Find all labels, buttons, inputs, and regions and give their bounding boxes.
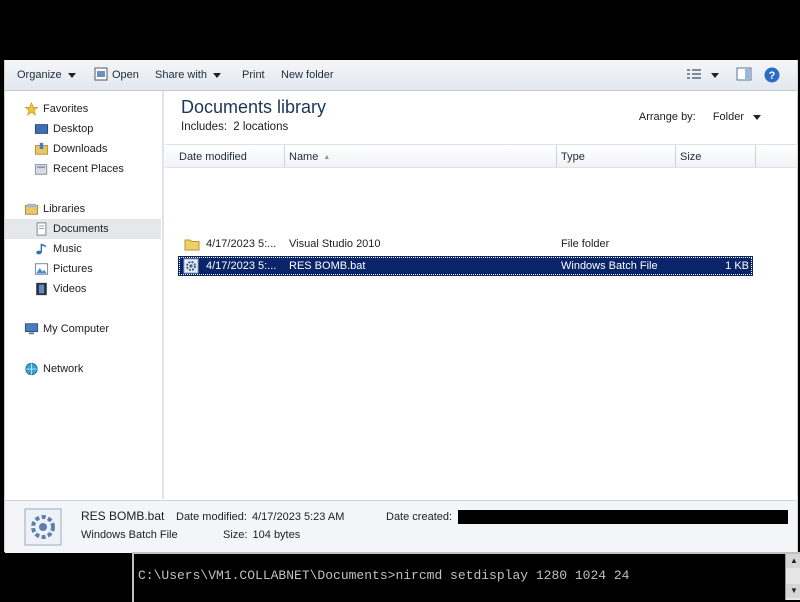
file-type: Windows Batch File — [561, 260, 658, 272]
desktop-icon — [34, 124, 49, 134]
date-modified-value[interactable]: 4/17/2023 5:23 AM — [252, 511, 344, 523]
change-view-button[interactable] — [686, 67, 702, 83]
folder-icon — [184, 239, 200, 251]
help-button[interactable]: ? — [764, 67, 780, 83]
nav-recent-places-label: Recent Places — [53, 163, 124, 175]
details-file-type: Windows Batch File — [81, 529, 178, 541]
new-folder-button[interactable]: New folder — [281, 67, 334, 83]
downloads-folder-icon — [34, 142, 49, 155]
file-row-res-bomb[interactable]: 4/17/2023 5:... RES BOMB.bat Windows Bat… — [178, 256, 753, 276]
recent-places-icon — [34, 164, 48, 175]
library-includes: Includes: 2 locations — [181, 121, 288, 133]
arrange-by-label: Arrange by: — [638, 111, 696, 123]
file-date: 4/17/2023 5:... — [206, 238, 277, 250]
console-window: C:\Users\VM1.COLLABNET\Documents>nircmd … — [132, 552, 800, 602]
batch-file-icon — [183, 258, 199, 274]
size-label: Size: — [223, 529, 248, 541]
nav-network-label: Network — [43, 363, 84, 375]
share-with-button[interactable]: Share with — [155, 67, 221, 83]
videos-icon — [36, 282, 47, 296]
date-modified-label: Date modified: — [176, 511, 247, 523]
organize-label: Organize — [17, 69, 62, 81]
file-size: 1 KB — [725, 260, 749, 272]
chevron-down-icon — [67, 72, 76, 78]
console-scrollbar[interactable]: ▲ ▼ — [785, 554, 800, 600]
libraries-icon — [24, 203, 39, 215]
pictures-icon — [34, 263, 49, 275]
file-list-pane: Documents library Includes: 2 locations … — [165, 91, 797, 499]
nav-desktop-label: Desktop — [53, 123, 94, 135]
chevron-down-icon — [753, 114, 761, 120]
nav-documents-label: Documents — [53, 223, 109, 235]
chevron-down-icon — [711, 72, 719, 78]
size-value: 104 bytes — [252, 529, 301, 541]
star-icon — [24, 102, 39, 116]
column-header-size[interactable]: Size — [676, 145, 756, 167]
details-date-modified: Date modified: 4/17/2023 5:23 AM — [176, 511, 344, 523]
navigation-pane: Favorites Desktop Downloads Recent Place… — [5, 91, 164, 499]
nav-videos-label: Videos — [53, 283, 87, 295]
includes-label: Includes: — [181, 121, 228, 133]
details-size: Size: 104 bytes — [223, 529, 300, 541]
documents-icon — [36, 222, 47, 236]
organize-button[interactable]: Organize — [17, 67, 76, 83]
column-header-name[interactable]: Name ▲ — [285, 145, 557, 167]
includes-locations-link[interactable]: 2 locations — [233, 121, 288, 133]
file-type: File folder — [561, 238, 610, 250]
explorer-window: Organize Open Share with Print New folde… — [4, 60, 798, 553]
column-header-date[interactable]: Date modified — [165, 145, 285, 167]
redacted-bar — [458, 510, 788, 524]
console-command-line: C:\Users\VM1.COLLABNET\Documents>nircmd … — [138, 568, 630, 583]
nav-music-label: Music — [53, 243, 82, 255]
open-label: Open — [112, 69, 139, 81]
top-black-area — [0, 0, 800, 60]
print-label: Print — [242, 69, 265, 81]
arrange-by-dropdown[interactable]: Folder — [713, 111, 761, 123]
command-bar: Organize Open Share with Print New folde… — [5, 60, 797, 91]
column-name-label: Name — [289, 151, 319, 163]
details-date-created: Date created: — [386, 511, 452, 523]
date-created-label: Date created: — [386, 511, 453, 523]
help-icon: ? — [764, 67, 780, 83]
file-row-visual-studio[interactable]: 4/17/2023 5:... Visual Studio 2010 File … — [178, 234, 753, 254]
column-header-type[interactable]: Type — [557, 145, 676, 167]
scroll-down-icon[interactable]: ▼ — [786, 584, 800, 598]
nav-favorites-label: Favorites — [43, 103, 89, 115]
column-date-label: Date modified — [179, 151, 247, 163]
arrange-by: Arrange by: Folder — [639, 111, 761, 123]
svg-text:?: ? — [769, 70, 776, 82]
nav-my-computer-label: My Computer — [43, 323, 110, 335]
sort-ascending-icon: ▲ — [323, 154, 331, 161]
print-button[interactable]: Print — [242, 67, 265, 83]
details-file-name: RES BOMB.bat — [81, 509, 165, 523]
new-folder-label: New folder — [281, 69, 334, 81]
details-pane: RES BOMB.bat Windows Batch File Date mod… — [5, 500, 797, 553]
chevron-down-icon — [212, 72, 221, 78]
view-list-icon — [687, 69, 701, 79]
preview-pane-button[interactable] — [736, 67, 752, 83]
preview-pane-icon — [736, 67, 752, 81]
scroll-up-icon[interactable]: ▲ — [786, 554, 800, 568]
open-file-icon — [94, 67, 108, 81]
share-with-label: Share with — [155, 69, 207, 81]
file-name: Visual Studio 2010 — [289, 238, 381, 250]
nav-downloads-label: Downloads — [53, 143, 108, 155]
column-type-label: Type — [561, 151, 585, 163]
arrange-by-value: Folder — [712, 111, 744, 123]
open-button[interactable]: Open — [94, 67, 139, 83]
batch-file-large-icon — [24, 508, 62, 546]
computer-icon — [24, 323, 39, 335]
nav-libraries-label: Libraries — [43, 203, 86, 215]
view-options-button[interactable] — [711, 67, 719, 83]
music-icon — [36, 243, 46, 255]
file-date: 4/17/2023 5:... — [206, 260, 277, 272]
nav-pictures-label: Pictures — [53, 263, 93, 275]
column-header-row: Date modified Name ▲ Type Size — [165, 144, 797, 168]
network-icon — [25, 362, 38, 376]
library-title: Documents library — [181, 97, 327, 117]
column-size-label: Size — [680, 151, 702, 163]
file-name: RES BOMB.bat — [289, 260, 366, 272]
